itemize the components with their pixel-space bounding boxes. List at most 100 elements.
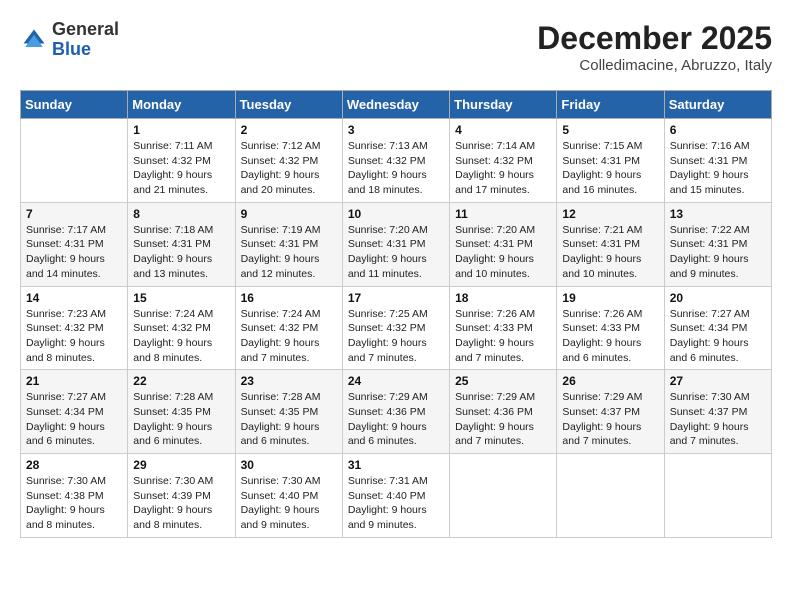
month-title: December 2025 <box>537 20 772 57</box>
day-info: Sunrise: 7:20 AMSunset: 4:31 PMDaylight:… <box>455 223 551 282</box>
day-info: Sunrise: 7:27 AMSunset: 4:34 PMDaylight:… <box>670 307 766 366</box>
day-number: 3 <box>348 123 444 137</box>
day-info: Sunrise: 7:30 AMSunset: 4:37 PMDaylight:… <box>670 390 766 449</box>
week-row-3: 14 Sunrise: 7:23 AMSunset: 4:32 PMDayligh… <box>21 286 772 370</box>
day-cell: 1 Sunrise: 7:11 AMSunset: 4:32 PMDaylight… <box>128 119 235 203</box>
day-info: Sunrise: 7:19 AMSunset: 4:31 PMDaylight:… <box>241 223 337 282</box>
day-info: Sunrise: 7:14 AMSunset: 4:32 PMDaylight:… <box>455 139 551 198</box>
day-info: Sunrise: 7:26 AMSunset: 4:33 PMDaylight:… <box>562 307 658 366</box>
day-number: 17 <box>348 291 444 305</box>
col-header-wednesday: Wednesday <box>342 91 449 119</box>
day-info: Sunrise: 7:16 AMSunset: 4:31 PMDaylight:… <box>670 139 766 198</box>
day-number: 31 <box>348 458 444 472</box>
day-cell: 17 Sunrise: 7:25 AMSunset: 4:32 PMDayligh… <box>342 286 449 370</box>
day-info: Sunrise: 7:18 AMSunset: 4:31 PMDaylight:… <box>133 223 229 282</box>
day-cell: 18 Sunrise: 7:26 AMSunset: 4:33 PMDayligh… <box>450 286 557 370</box>
calendar-table: SundayMondayTuesdayWednesdayThursdayFrid… <box>20 90 772 538</box>
day-info: Sunrise: 7:29 AMSunset: 4:37 PMDaylight:… <box>562 390 658 449</box>
day-number: 15 <box>133 291 229 305</box>
day-cell: 10 Sunrise: 7:20 AMSunset: 4:31 PMDayligh… <box>342 202 449 286</box>
day-cell <box>664 454 771 538</box>
day-cell <box>21 119 128 203</box>
col-header-thursday: Thursday <box>450 91 557 119</box>
day-cell: 12 Sunrise: 7:21 AMSunset: 4:31 PMDayligh… <box>557 202 664 286</box>
day-info: Sunrise: 7:23 AMSunset: 4:32 PMDaylight:… <box>26 307 122 366</box>
day-info: Sunrise: 7:30 AMSunset: 4:40 PMDaylight:… <box>241 474 337 533</box>
day-cell: 29 Sunrise: 7:30 AMSunset: 4:39 PMDayligh… <box>128 454 235 538</box>
col-header-saturday: Saturday <box>664 91 771 119</box>
day-cell: 3 Sunrise: 7:13 AMSunset: 4:32 PMDaylight… <box>342 119 449 203</box>
day-cell: 25 Sunrise: 7:29 AMSunset: 4:36 PMDayligh… <box>450 370 557 454</box>
day-info: Sunrise: 7:12 AMSunset: 4:32 PMDaylight:… <box>241 139 337 198</box>
day-number: 22 <box>133 374 229 388</box>
day-cell: 13 Sunrise: 7:22 AMSunset: 4:31 PMDayligh… <box>664 202 771 286</box>
day-info: Sunrise: 7:24 AMSunset: 4:32 PMDaylight:… <box>133 307 229 366</box>
day-info: Sunrise: 7:13 AMSunset: 4:32 PMDaylight:… <box>348 139 444 198</box>
day-number: 10 <box>348 207 444 221</box>
day-number: 16 <box>241 291 337 305</box>
day-cell: 2 Sunrise: 7:12 AMSunset: 4:32 PMDaylight… <box>235 119 342 203</box>
day-info: Sunrise: 7:30 AMSunset: 4:38 PMDaylight:… <box>26 474 122 533</box>
day-cell: 30 Sunrise: 7:30 AMSunset: 4:40 PMDayligh… <box>235 454 342 538</box>
day-cell: 27Sunrise: 7:30 AMSunset: 4:37 PMDayligh… <box>664 370 771 454</box>
day-number: 28 <box>26 458 122 472</box>
week-row-2: 7 Sunrise: 7:17 AMSunset: 4:31 PMDaylight… <box>21 202 772 286</box>
day-cell: 22Sunrise: 7:28 AMSunset: 4:35 PMDayligh… <box>128 370 235 454</box>
location: Colledimacine, Abruzzo, Italy <box>537 57 772 74</box>
day-cell: 4 Sunrise: 7:14 AMSunset: 4:32 PMDaylight… <box>450 119 557 203</box>
day-cell: 14 Sunrise: 7:23 AMSunset: 4:32 PMDayligh… <box>21 286 128 370</box>
day-cell: 7 Sunrise: 7:17 AMSunset: 4:31 PMDaylight… <box>21 202 128 286</box>
day-info: Sunrise: 7:30 AMSunset: 4:39 PMDaylight:… <box>133 474 229 533</box>
week-row-4: 21 Sunrise: 7:27 AMSunset: 4:34 PMDayligh… <box>21 370 772 454</box>
day-number: 24 <box>348 374 444 388</box>
day-cell: 15 Sunrise: 7:24 AMSunset: 4:32 PMDayligh… <box>128 286 235 370</box>
day-cell: 26 Sunrise: 7:29 AMSunset: 4:37 PMDayligh… <box>557 370 664 454</box>
day-number: 11 <box>455 207 551 221</box>
day-number: 13 <box>670 207 766 221</box>
day-info: Sunrise: 7:29 AMSunset: 4:36 PMDaylight:… <box>455 390 551 449</box>
logo-general: General <box>52 20 119 40</box>
day-number: 8 <box>133 207 229 221</box>
day-cell: 16Sunrise: 7:24 AMSunset: 4:32 PMDayligh… <box>235 286 342 370</box>
day-info: Sunrise: 7:21 AMSunset: 4:31 PMDaylight:… <box>562 223 658 282</box>
day-info: Sunrise: 7:11 AMSunset: 4:32 PMDaylight:… <box>133 139 229 198</box>
day-number: 2 <box>241 123 337 137</box>
day-number: 25 <box>455 374 551 388</box>
col-header-tuesday: Tuesday <box>235 91 342 119</box>
logo-text: General Blue <box>52 20 119 60</box>
day-cell <box>450 454 557 538</box>
day-info: Sunrise: 7:27 AMSunset: 4:34 PMDaylight:… <box>26 390 122 449</box>
day-number: 12 <box>562 207 658 221</box>
day-number: 14 <box>26 291 122 305</box>
day-cell: 8 Sunrise: 7:18 AMSunset: 4:31 PMDaylight… <box>128 202 235 286</box>
day-info: Sunrise: 7:22 AMSunset: 4:31 PMDaylight:… <box>670 223 766 282</box>
day-info: Sunrise: 7:25 AMSunset: 4:32 PMDaylight:… <box>348 307 444 366</box>
day-info: Sunrise: 7:20 AMSunset: 4:31 PMDaylight:… <box>348 223 444 282</box>
day-number: 4 <box>455 123 551 137</box>
day-cell: 21 Sunrise: 7:27 AMSunset: 4:34 PMDayligh… <box>21 370 128 454</box>
day-number: 30 <box>241 458 337 472</box>
col-header-sunday: Sunday <box>21 91 128 119</box>
week-row-5: 28 Sunrise: 7:30 AMSunset: 4:38 PMDayligh… <box>21 454 772 538</box>
logo: General Blue <box>20 20 119 60</box>
day-number: 23 <box>241 374 337 388</box>
day-info: Sunrise: 7:17 AMSunset: 4:31 PMDaylight:… <box>26 223 122 282</box>
col-header-monday: Monday <box>128 91 235 119</box>
day-number: 1 <box>133 123 229 137</box>
day-cell: 31 Sunrise: 7:31 AMSunset: 4:40 PMDayligh… <box>342 454 449 538</box>
day-cell: 5Sunrise: 7:15 AMSunset: 4:31 PMDaylight… <box>557 119 664 203</box>
day-info: Sunrise: 7:26 AMSunset: 4:33 PMDaylight:… <box>455 307 551 366</box>
day-cell: 20Sunrise: 7:27 AMSunset: 4:34 PMDayligh… <box>664 286 771 370</box>
week-row-1: 1 Sunrise: 7:11 AMSunset: 4:32 PMDaylight… <box>21 119 772 203</box>
day-number: 7 <box>26 207 122 221</box>
day-number: 21 <box>26 374 122 388</box>
day-number: 18 <box>455 291 551 305</box>
day-number: 19 <box>562 291 658 305</box>
col-header-friday: Friday <box>557 91 664 119</box>
day-info: Sunrise: 7:29 AMSunset: 4:36 PMDaylight:… <box>348 390 444 449</box>
day-number: 26 <box>562 374 658 388</box>
calendar-header-row: SundayMondayTuesdayWednesdayThursdayFrid… <box>21 91 772 119</box>
logo-icon <box>20 26 48 54</box>
day-info: Sunrise: 7:31 AMSunset: 4:40 PMDaylight:… <box>348 474 444 533</box>
day-number: 29 <box>133 458 229 472</box>
